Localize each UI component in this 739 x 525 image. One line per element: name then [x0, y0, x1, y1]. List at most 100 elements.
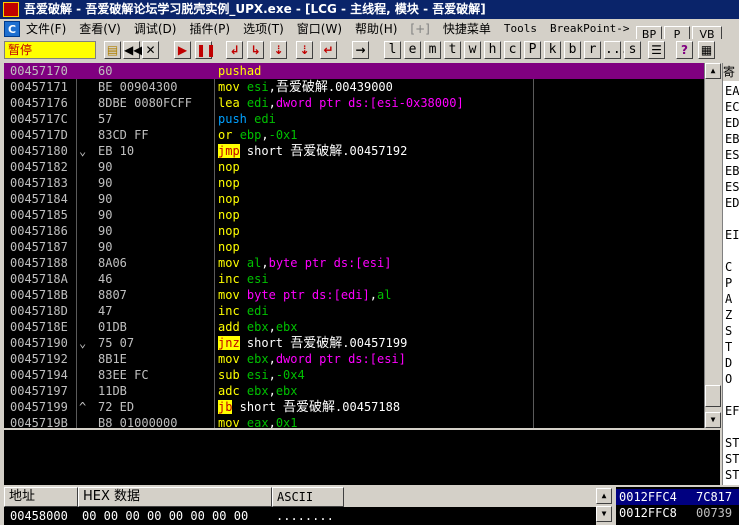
window-b-button[interactable]: b	[564, 41, 581, 59]
disasm-row[interactable]: 00457188 8A06 mov al,byte ptr ds:[esi]	[4, 255, 720, 271]
window-w-button[interactable]: w	[464, 41, 481, 59]
disasm-row[interactable]: 00457199 ^ 72 ED jb short 吾爱破解.00457188	[4, 399, 720, 415]
dump-scroll-down-icon[interactable]: ▼	[596, 506, 612, 522]
window-e-button[interactable]: e	[404, 41, 421, 59]
pause-icon[interactable]: ❚❚	[195, 41, 216, 59]
scroll-up-icon[interactable]: ▲	[705, 63, 721, 79]
window-m-button[interactable]: m	[424, 41, 441, 59]
trace-over-icon[interactable]: ⇣	[296, 41, 313, 59]
register-label: EI	[725, 228, 739, 242]
menu-item[interactable]: 调试(D)	[134, 19, 177, 39]
disasm-instruction: nop	[218, 223, 240, 239]
dump-col-address[interactable]: 地址	[4, 487, 78, 507]
dump-pane[interactable]: 00458000 00 00 00 00 00 00 00 00 .......…	[4, 507, 612, 525]
dump-row-hex: 00 00 00 00 00 00 00 00	[82, 509, 249, 523]
stack-row[interactable]: 0012FFC8 00739	[616, 505, 739, 521]
asm-token: add	[218, 320, 247, 334]
window-c-button[interactable]: c	[504, 41, 521, 59]
disasm-row[interactable]: 00457184 90 nop	[4, 191, 720, 207]
disasm-row[interactable]: 00457192 8B1E mov ebx,dword ptr ds:[esi]	[4, 351, 720, 367]
step-into-icon[interactable]: ↲	[226, 41, 243, 59]
disasm-row[interactable]: 0045718A 46 inc esi	[4, 271, 720, 287]
trace-into-icon[interactable]: ⇣	[270, 41, 287, 59]
window-P-button[interactable]: P	[524, 41, 541, 59]
window-s-button[interactable]: s	[624, 41, 641, 59]
register-label: T	[725, 340, 733, 354]
disasm-address: 00457192	[10, 352, 68, 366]
registers-pane[interactable]: 寄 EAECEDEBESEBESEDEICPAZSTDOEFSTSTSTSTST	[722, 63, 739, 485]
disasm-row[interactable]: 00457176 8DBE 0080FCFF lea edi,dword ptr d…	[4, 95, 720, 111]
disasm-row[interactable]: 00457197 11DB adc ebx,ebx	[4, 383, 720, 399]
menu-item[interactable]: [+]	[410, 19, 429, 39]
disasm-row[interactable]: 0045718B 8807 mov byte ptr ds:[edi],al	[4, 287, 720, 303]
disasm-hex: 83CD FF	[98, 128, 149, 142]
disasm-row[interactable]: 00457190 ⌄ 75 07 jnz short 吾爱破解.00457199	[4, 335, 720, 351]
close-icon[interactable]: ✕	[142, 41, 159, 59]
disasm-row[interactable]: 00457170 60 pushad	[4, 63, 720, 79]
open-icon[interactable]: ▤	[104, 41, 121, 59]
disasm-address: 0045718E	[10, 320, 68, 334]
asm-token: ,	[369, 288, 377, 302]
disasm-row[interactable]: 0045718D 47 inc edi	[4, 303, 720, 319]
asm-token: short	[239, 336, 291, 350]
goto-icon[interactable]: →	[352, 41, 369, 59]
menu-item[interactable]: 选项(T)	[243, 19, 284, 39]
disasm-address: 00457182	[10, 160, 68, 174]
settings-icon[interactable]: ▦	[698, 41, 715, 59]
window-r-button[interactable]: r	[584, 41, 601, 59]
window-more-button[interactable]: ...	[604, 41, 628, 59]
menu-item[interactable]: 查看(V)	[79, 19, 121, 39]
disasm-instruction: or ebp,-0x1	[218, 127, 298, 143]
disasm-row[interactable]: 0045718E 01DB add ebx,ebx	[4, 319, 720, 335]
disasm-row[interactable]: 00457182 90 nop	[4, 159, 720, 175]
disasm-row[interactable]: 00457194 83EE FC sub esi,-0x4	[4, 367, 720, 383]
disassembly-pane[interactable]: 00457170 60 pushad 00457171 BE 00904300 mov e…	[4, 63, 720, 428]
disassembly-scrollbar[interactable]: ▲ ▼	[704, 63, 721, 428]
list-icon[interactable]: ☰	[648, 41, 665, 59]
asm-token: adc	[218, 384, 247, 398]
window-l-button[interactable]: l	[384, 41, 401, 59]
stack-pane[interactable]: 0012FFC4 7C817 0012FFC8 00739	[616, 487, 739, 525]
menu-item[interactable]: 窗口(W)	[297, 19, 342, 39]
disasm-instruction: add ebx,ebx	[218, 319, 298, 335]
disasm-row[interactable]: 0045717D 83CD FF or ebp,-0x1	[4, 127, 720, 143]
disasm-row[interactable]: 00457171 BE 00904300 mov esi,吾爱破解.00439000	[4, 79, 720, 95]
window-t-button[interactable]: t	[444, 41, 461, 59]
disasm-row[interactable]: 00457183 90 nop	[4, 175, 720, 191]
dump-col-hex[interactable]: HEX 数据	[78, 487, 272, 507]
asm-token: -0x4	[275, 368, 305, 382]
menu-item[interactable]: Tools	[504, 19, 537, 39]
scroll-thumb[interactable]	[705, 385, 721, 407]
scroll-down-icon[interactable]: ▼	[705, 412, 721, 428]
disasm-row[interactable]: 00457185 90 nop	[4, 207, 720, 223]
disasm-row[interactable]: 00457186 90 nop	[4, 223, 720, 239]
stack-row[interactable]: 0012FFC4 7C817	[616, 489, 739, 505]
execute-till-return-icon[interactable]: ↵	[320, 41, 337, 59]
menu-item[interactable]: BreakPoint->	[550, 19, 629, 39]
menu-item[interactable]: 帮助(H)	[355, 19, 397, 39]
register-label: Z	[725, 308, 733, 322]
cpu-window-icon[interactable]: C	[4, 21, 20, 37]
window-h-button[interactable]: h	[484, 41, 501, 59]
restart-icon[interactable]: ◀◀	[123, 41, 142, 59]
disasm-row[interactable]: 0045717C 57 push edi	[4, 111, 720, 127]
step-over-icon[interactable]: ↳	[247, 41, 264, 59]
menu-item[interactable]: 快捷菜单	[443, 19, 491, 39]
dump-scrollbar[interactable]: ▲ ▼	[596, 487, 612, 525]
disasm-hex: 90	[98, 192, 113, 206]
menu-item[interactable]: 文件(F)	[26, 19, 66, 39]
asm-token: ,	[268, 368, 276, 382]
help-icon[interactable]: ?	[676, 41, 693, 59]
asm-token: ,	[268, 320, 276, 334]
disasm-row[interactable]: 00457187 90 nop	[4, 239, 720, 255]
register-label: ES	[725, 148, 739, 162]
run-icon[interactable]: ▶	[174, 41, 191, 59]
disasm-row[interactable]: 00457180 ⌄ EB 10 jmp short 吾爱破解.00457192	[4, 143, 720, 159]
window-k-button[interactable]: k	[544, 41, 561, 59]
dump-col-ascii[interactable]: ASCII	[272, 487, 344, 507]
disasm-hex: 90	[98, 240, 113, 254]
disasm-row[interactable]: 0045719B B8 01000000 mov eax,0x1	[4, 415, 720, 428]
register-label: EB	[725, 164, 739, 178]
menu-item[interactable]: 插件(P)	[189, 19, 230, 39]
dump-scroll-up-icon[interactable]: ▲	[596, 488, 612, 504]
